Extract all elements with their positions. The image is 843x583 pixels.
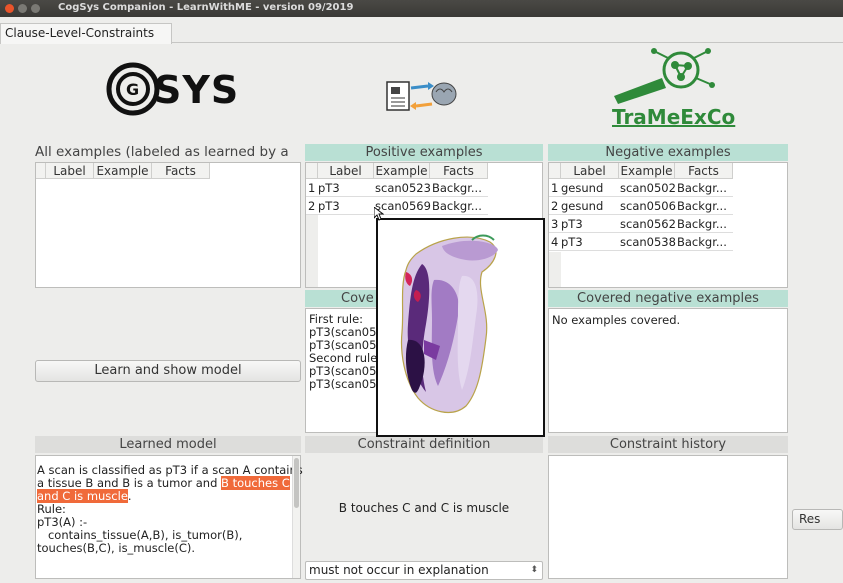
tab-clause-level-constraints[interactable]: Clause-Level-Constraints	[0, 23, 172, 44]
table-row[interactable]: 2 pT3 scan0569 Backgr...	[306, 198, 488, 215]
document-brain-icon	[384, 76, 464, 116]
column-label[interactable]: Label	[318, 163, 374, 179]
positive-examples-title: Positive examples	[305, 144, 543, 161]
column-example[interactable]: Example	[94, 163, 152, 179]
reset-button[interactable]: Res	[792, 509, 843, 530]
select-arrows-icon: ⬍	[530, 565, 538, 575]
window-title: CogSys Companion - LearnWithME - version…	[58, 2, 354, 13]
cogsys-logo: G SYS	[104, 58, 238, 120]
column-example[interactable]: Example	[619, 163, 675, 179]
constraint-text: B touches C and C is muscle	[338, 501, 510, 515]
table-row[interactable]: 1 gesund scan0502 Backgr...	[549, 180, 733, 197]
learned-model-text[interactable]: A scan is classified as pT3 if a scan A …	[35, 455, 303, 579]
table-row[interactable]: 2 gesund scan0506 Backgr...	[549, 198, 733, 215]
column-example[interactable]: Example	[374, 163, 430, 179]
column-facts[interactable]: Facts	[675, 163, 733, 179]
constraint-type-select[interactable]: must not occur in explanation ⬍	[305, 561, 543, 580]
tissue-scan-image	[400, 234, 498, 414]
table-row[interactable]: 1 pT3 scan0523 Backgr...	[306, 180, 488, 197]
all-examples-table[interactable]: Label Example Facts	[35, 162, 301, 288]
table-row[interactable]: 4 pT3 scan0538 Backgr...	[549, 234, 733, 251]
maximize-window-icon[interactable]	[31, 4, 40, 13]
covered-negative-title: Covered negative examples	[548, 290, 788, 307]
all-examples-title: All examples (labeled as learned by a CN…	[35, 144, 289, 177]
negative-examples-title: Negative examples	[548, 144, 788, 161]
constraint-history-title: Constraint history	[548, 436, 788, 453]
constraint-history-list[interactable]	[548, 455, 788, 579]
highlighted-constraint[interactable]: B touches C	[221, 476, 290, 490]
scrollbar-thumb[interactable]	[294, 458, 299, 508]
column-label[interactable]: Label	[561, 163, 619, 179]
vertical-scrollbar[interactable]	[292, 456, 300, 578]
column-facts[interactable]: Facts	[152, 163, 210, 179]
learn-and-show-model-button[interactable]: Learn and show model	[35, 360, 301, 382]
row-number-gutter	[306, 215, 318, 287]
svg-text:G: G	[126, 80, 139, 99]
mouse-pointer-icon	[373, 205, 385, 221]
learned-model-title: Learned model	[35, 436, 301, 453]
column-facts[interactable]: Facts	[430, 163, 488, 179]
column-label[interactable]: Label	[46, 163, 94, 179]
tab-bar: Clause-Level-Constraints	[0, 17, 843, 44]
scan-image-popup	[376, 218, 545, 437]
tramexco-logo: TraMeExCo	[606, 48, 735, 129]
close-window-icon[interactable]	[5, 4, 14, 13]
covered-negative-list[interactable]: No examples covered.	[548, 308, 788, 433]
table-row[interactable]: 3 pT3 scan0562 Backgr...	[549, 216, 733, 233]
minimize-window-icon[interactable]	[18, 4, 27, 13]
highlighted-constraint[interactable]: and C is muscle	[37, 489, 128, 503]
row-number-gutter	[549, 252, 561, 287]
constraint-definition-area: B touches C and C is muscle	[305, 455, 543, 559]
negative-examples-table[interactable]: Label Example Facts 1 gesund scan0502 Ba…	[548, 162, 788, 288]
window-titlebar: CogSys Companion - LearnWithME - version…	[0, 0, 843, 17]
